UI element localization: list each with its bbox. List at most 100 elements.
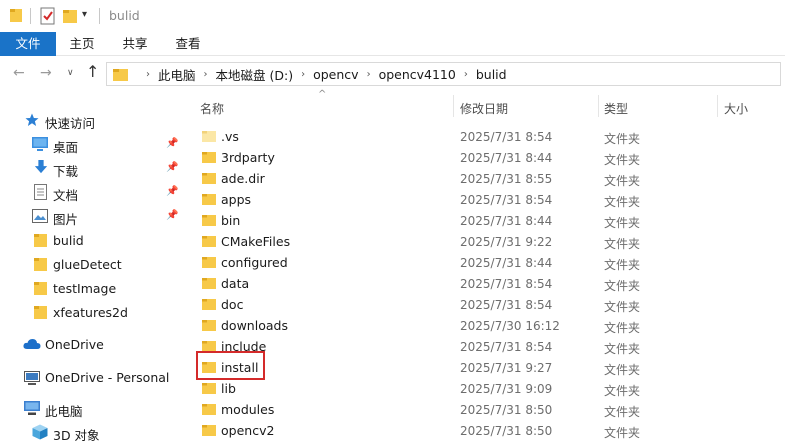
file-type: 文件夹 <box>604 153 641 167</box>
pin-icon[interactable]: 📌 <box>166 186 178 197</box>
folder-icon[interactable] <box>10 8 22 22</box>
pin-icon[interactable]: 📌 <box>166 210 178 221</box>
file-modified: 2025/7/31 8:54 <box>460 193 553 207</box>
sidebar-item-label: testImage <box>53 281 117 296</box>
file-type: 文件夹 <box>604 174 641 188</box>
sidebar-item-downloads[interactable]: 下载 📌 <box>0 156 187 180</box>
sidebar-item-this-pc[interactable]: 此电脑 <box>0 396 187 420</box>
sidebar-item-onedrive[interactable]: OneDrive <box>0 332 187 356</box>
file-row-opencv2[interactable]: opencv2 2025/7/31 8:50 文件夹 <box>187 420 785 441</box>
folder-icon <box>202 131 216 142</box>
file-row-include[interactable]: include 2025/7/31 8:54 文件夹 <box>187 336 785 357</box>
file-modified: 2025/7/31 8:50 <box>460 424 553 438</box>
title-separator <box>99 8 100 24</box>
folder-icon <box>202 278 216 289</box>
file-row-bin[interactable]: bin 2025/7/31 8:44 文件夹 <box>187 210 785 231</box>
sidebar-item-documents[interactable]: 文档 📌 <box>0 180 187 204</box>
column-divider[interactable] <box>453 95 454 117</box>
tab-file[interactable]: 文件 <box>0 32 56 56</box>
column-header-type[interactable]: 类型 <box>604 100 628 117</box>
pictures-icon <box>32 209 48 223</box>
folder-icon <box>202 194 216 205</box>
column-divider[interactable] <box>598 95 599 117</box>
sidebar-item-label: OneDrive - Personal <box>45 370 170 385</box>
download-icon <box>34 160 48 174</box>
folder-icon <box>202 299 216 310</box>
breadcrumb-drive-d[interactable]: 本地磁盘 (D:) <box>216 65 294 84</box>
sidebar-item-label: 文档 <box>53 188 79 203</box>
folder-icon <box>113 68 128 81</box>
file-name: opencv2 <box>221 423 275 438</box>
sidebar-item-label: 3D 对象 <box>53 428 100 443</box>
file-modified: 2025/7/31 9:09 <box>460 382 553 396</box>
file-row-cmakefiles[interactable]: CMakeFiles 2025/7/31 9:22 文件夹 <box>187 231 785 252</box>
folder-icon <box>34 282 47 295</box>
sidebar-item-testimage[interactable]: testImage <box>0 276 187 300</box>
recent-locations-chevron-icon[interactable]: ∨ <box>67 68 74 78</box>
chevron-right-icon[interactable]: › <box>301 69 305 80</box>
sidebar-item-label: 图片 <box>53 212 79 227</box>
customize-toolbar-dropdown[interactable]: ▾ <box>82 9 87 20</box>
sidebar-item-quick-access[interactable]: 快速访问 <box>0 108 187 132</box>
tab-home[interactable]: 主页 <box>60 32 104 56</box>
sidebar-item-3d-objects[interactable]: 3D 对象 <box>0 420 187 444</box>
chevron-right-icon[interactable]: › <box>204 69 208 80</box>
back-arrow-icon[interactable]: ← <box>13 65 25 81</box>
sidebar-item-label: 此电脑 <box>45 404 83 419</box>
sidebar-item-pictures[interactable]: 图片 📌 <box>0 204 187 228</box>
breadcrumb-opencv4110[interactable]: opencv4110 <box>379 67 456 82</box>
sidebar-item-onedrive-personal[interactable]: OneDrive - Personal <box>0 365 187 389</box>
cloud-icon <box>23 339 41 349</box>
file-modified: 2025/7/31 9:22 <box>460 235 553 249</box>
tab-view[interactable]: 查看 <box>166 32 210 56</box>
file-type: 文件夹 <box>604 384 641 398</box>
properties-icon[interactable] <box>40 7 56 25</box>
column-header-name[interactable]: 名称 <box>200 100 224 117</box>
file-row-install[interactable]: install 2025/7/31 9:27 文件夹 <box>187 357 785 378</box>
sidebar-item-gluedetect[interactable]: glueDetect <box>0 252 187 276</box>
file-name: CMakeFiles <box>221 234 291 249</box>
file-name: .vs <box>221 129 239 144</box>
file-row-data[interactable]: data 2025/7/31 8:54 文件夹 <box>187 273 785 294</box>
up-arrow-icon[interactable]: ↑ <box>86 62 99 81</box>
chevron-right-icon[interactable]: › <box>367 69 371 80</box>
file-modified: 2025/7/31 8:54 <box>460 130 553 144</box>
file-type: 文件夹 <box>604 300 641 314</box>
pin-icon[interactable]: 📌 <box>166 162 178 173</box>
column-header-size[interactable]: 大小 <box>724 100 748 117</box>
file-row-apps[interactable]: apps 2025/7/31 8:54 文件夹 <box>187 189 785 210</box>
chevron-right-icon[interactable]: › <box>146 69 150 80</box>
pin-icon[interactable]: 📌 <box>166 138 178 149</box>
sidebar-item-label: 下载 <box>53 164 79 179</box>
forward-arrow-icon[interactable]: → <box>40 65 52 81</box>
file-row-downloads[interactable]: downloads 2025/7/30 16:12 文件夹 <box>187 315 785 336</box>
breadcrumb-opencv[interactable]: opencv <box>313 67 358 82</box>
breadcrumb-this-pc[interactable]: 此电脑 <box>158 65 196 84</box>
column-header-modified[interactable]: 修改日期 <box>460 100 508 117</box>
file-row-modules[interactable]: modules 2025/7/31 8:50 文件夹 <box>187 399 785 420</box>
file-modified: 2025/7/31 9:27 <box>460 361 553 375</box>
file-row-lib[interactable]: lib 2025/7/31 9:09 文件夹 <box>187 378 785 399</box>
new-folder-icon[interactable] <box>63 8 77 23</box>
file-name: include <box>221 339 267 354</box>
file-row-vs[interactable]: .vs 2025/7/31 8:54 文件夹 <box>187 126 785 147</box>
file-row-doc[interactable]: doc 2025/7/31 8:54 文件夹 <box>187 294 785 315</box>
document-icon <box>34 184 47 200</box>
file-type: 文件夹 <box>604 363 641 377</box>
breadcrumb-bulid[interactable]: bulid <box>476 67 507 82</box>
sidebar-item-desktop[interactable]: 桌面 📌 <box>0 132 187 156</box>
cube-icon <box>32 424 48 440</box>
chevron-right-icon[interactable]: › <box>464 69 468 80</box>
column-header-row: 名称 修改日期 类型 大小 <box>187 92 785 120</box>
address-bar[interactable]: › 此电脑 › 本地磁盘 (D:) › opencv › opencv4110 … <box>106 62 781 86</box>
column-divider[interactable] <box>717 95 718 117</box>
folder-icon <box>202 341 216 352</box>
sidebar-item-xfeatures2d[interactable]: xfeatures2d <box>0 300 187 324</box>
sidebar-item-label: xfeatures2d <box>53 305 128 320</box>
file-name: configured <box>221 255 288 270</box>
file-row-3rdparty[interactable]: 3rdparty 2025/7/31 8:44 文件夹 <box>187 147 785 168</box>
file-row-configured[interactable]: configured 2025/7/31 8:44 文件夹 <box>187 252 785 273</box>
file-row-ade-dir[interactable]: ade.dir 2025/7/31 8:55 文件夹 <box>187 168 785 189</box>
sidebar-item-bulid[interactable]: bulid <box>0 228 187 252</box>
tab-share[interactable]: 共享 <box>113 32 157 56</box>
